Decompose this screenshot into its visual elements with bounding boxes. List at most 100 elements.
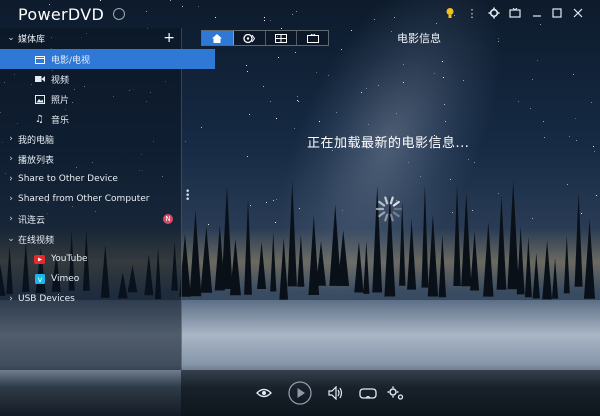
music-icon: ♫ xyxy=(35,113,44,125)
sidebar-item-youtube[interactable]: YouTube xyxy=(0,249,215,269)
tab-home[interactable] xyxy=(202,31,234,45)
add-icon[interactable]: + xyxy=(163,30,175,46)
tab-tv[interactable] xyxy=(297,31,328,45)
pine-tree xyxy=(287,180,297,287)
chevron-right-icon: › xyxy=(9,294,13,304)
display-mode-icon[interactable] xyxy=(508,6,522,20)
loading-message: 正在加载最新的电影信息... xyxy=(307,136,470,151)
pine-tree xyxy=(461,192,472,287)
youtube-icon xyxy=(34,254,45,264)
pine-tree xyxy=(438,234,447,298)
pine-tree xyxy=(583,219,596,299)
sidebar-item-playlists[interactable]: › 播放列表 xyxy=(0,149,181,169)
spinner-spoke xyxy=(392,211,400,218)
photo-icon xyxy=(34,94,45,104)
sidebar-item-usb-devices[interactable]: › USB Devices xyxy=(0,289,181,309)
movie-icon xyxy=(34,55,45,64)
sidebar-item-label: 音乐 xyxy=(51,115,70,126)
sidebar-item-label: 照片 xyxy=(51,95,70,106)
sidebar-item-online-video[interactable]: ⌄ 在线视频 xyxy=(0,229,181,249)
sidebar-item-label: 播放列表 xyxy=(18,155,55,166)
sidebar-item-shared-from-computer[interactable]: › Shared from Other Computer xyxy=(0,189,181,209)
chevron-right-icon: › xyxy=(9,154,13,164)
menu-dots-icon[interactable]: ⋮ xyxy=(465,6,479,20)
maximize-icon[interactable] xyxy=(550,6,564,20)
tab-film[interactable] xyxy=(266,31,298,45)
play-icon xyxy=(288,381,312,405)
sidebar-item-label: 视频 xyxy=(51,75,70,86)
sidebar-item-movies-tv[interactable]: 电影/电视 xyxy=(0,49,215,69)
volume-icon[interactable] xyxy=(328,385,344,401)
sidebar-item-share-to-device[interactable]: › Share to Other Device xyxy=(0,169,181,189)
bulb-icon[interactable] xyxy=(443,6,457,20)
sidebar-item-cloud[interactable]: › 讯连云 N xyxy=(0,209,181,229)
pine-tree xyxy=(470,230,480,291)
spinner-spoke xyxy=(392,200,400,207)
pine-tree xyxy=(563,235,570,294)
pine-tree xyxy=(244,198,252,295)
sidebar-item-my-computer[interactable]: › 我的电脑 xyxy=(0,129,181,149)
tab-disc[interactable] xyxy=(234,31,266,45)
sidebar-item-label: Shared from Other Computer xyxy=(18,194,150,204)
pine-tree xyxy=(483,221,494,297)
play-button[interactable] xyxy=(288,381,312,405)
chevron-right-icon: › xyxy=(9,134,13,144)
cyberlink-logo-icon[interactable] xyxy=(113,8,125,20)
pine-tree xyxy=(453,184,461,286)
pine-tree xyxy=(257,241,267,290)
chevron-right-icon: › xyxy=(9,214,13,224)
sidebar-item-vimeo[interactable]: v Vimeo xyxy=(0,269,215,289)
pine-tree xyxy=(221,186,233,290)
pine-tree xyxy=(542,240,552,300)
pine-tree xyxy=(229,238,241,296)
svg-text:v: v xyxy=(37,275,42,284)
chevron-down-icon: ⌄ xyxy=(7,234,15,244)
pine-tree xyxy=(421,184,429,288)
pine-tree xyxy=(516,226,525,295)
sidebar-item-photos[interactable]: 照片 xyxy=(0,89,215,109)
vimeo-icon: v xyxy=(34,274,45,284)
pine-tree xyxy=(315,241,327,286)
home-icon xyxy=(212,33,223,43)
sidebar-item-label: 媒体库 xyxy=(18,34,46,45)
chevron-right-icon: › xyxy=(9,174,13,184)
eye-icon[interactable] xyxy=(255,386,273,400)
sidebar-item-music[interactable]: ♫ 音乐 xyxy=(0,109,215,129)
pine-tree xyxy=(427,214,439,297)
sidebar-item-label: Vimeo xyxy=(51,274,80,284)
pine-tree xyxy=(363,240,370,294)
pine-tree xyxy=(551,258,559,299)
gear-icon[interactable] xyxy=(487,6,501,20)
video-icon xyxy=(34,75,45,84)
pine-tree xyxy=(270,232,277,292)
spinner-spoke xyxy=(384,213,389,222)
sidebar: ⌄ 媒体库 + 电影/电视 视频 照片 ♫ 音乐 › 我的电脑 › 播放列表 ›… xyxy=(0,28,215,370)
loading-spinner-icon xyxy=(375,196,403,222)
sidebar-item-library[interactable]: ⌄ 媒体库 + xyxy=(0,28,181,48)
section-title: 电影信息 xyxy=(397,32,441,45)
pine-tree xyxy=(532,252,540,299)
pine-tree xyxy=(574,192,583,287)
sidebar-item-label: Share to Other Device xyxy=(18,174,118,184)
minimize-icon[interactable] xyxy=(530,6,544,20)
sidebar-item-label: 电影/电视 xyxy=(51,55,91,66)
spinner-spoke xyxy=(384,196,389,205)
spinner-spoke xyxy=(389,213,394,222)
settings-icon[interactable] xyxy=(387,384,405,402)
close-icon[interactable] xyxy=(571,6,585,20)
pine-tree xyxy=(507,180,519,290)
pine-tree xyxy=(279,237,289,300)
app-title: PowerDVD xyxy=(18,5,105,24)
new-badge: N xyxy=(163,214,173,224)
spinner-spoke xyxy=(389,196,394,205)
sidebar-item-label: YouTube xyxy=(51,254,88,264)
sidebar-item-videos[interactable]: 视频 xyxy=(0,69,215,89)
sidebar-splitter-handle[interactable]: • • • xyxy=(185,188,190,205)
playback-controls xyxy=(181,370,600,416)
view-tabs xyxy=(201,30,329,46)
chevron-right-icon: › xyxy=(9,194,13,204)
pine-tree xyxy=(297,234,305,287)
sidebar-item-label: 在线视频 xyxy=(18,235,55,246)
vr-icon[interactable] xyxy=(359,386,377,400)
film-icon xyxy=(274,33,287,43)
